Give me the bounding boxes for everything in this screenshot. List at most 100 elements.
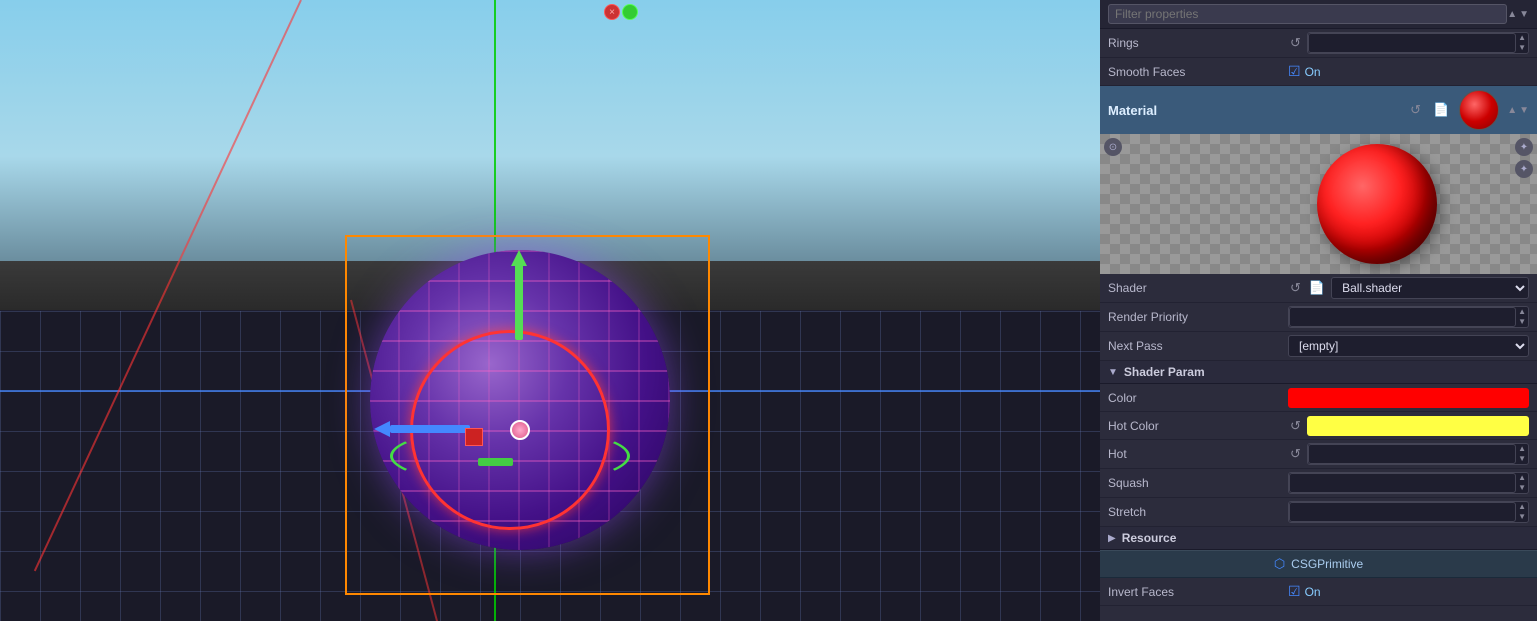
sphere-object[interactable] — [370, 250, 690, 570]
material-sphere-preview — [1317, 144, 1437, 264]
squash-label: Squash — [1108, 476, 1288, 490]
color-swatch[interactable] — [1288, 388, 1529, 408]
rings-down-icon[interactable]: ▼ — [1518, 43, 1526, 53]
rings-spinner[interactable]: ▲ ▼ — [1516, 33, 1528, 52]
hot-color-row: Hot Color ↺ — [1100, 412, 1537, 440]
rings-input[interactable]: 49 — [1308, 33, 1516, 53]
material-preview-thumbnail[interactable] — [1459, 90, 1499, 130]
invert-faces-checkbox[interactable]: On — [1288, 583, 1321, 600]
hot-up-icon[interactable]: ▲ — [1518, 444, 1526, 454]
transform-arrow-x[interactable] — [374, 421, 390, 437]
shader-param-section[interactable]: ▼ Shader Param — [1100, 361, 1537, 384]
rings-value-container: ↺ 49 ▲ ▼ — [1288, 32, 1529, 54]
stretch-up-icon[interactable]: ▲ — [1518, 502, 1526, 512]
sphere-green-equator — [390, 426, 630, 486]
render-priority-down-icon[interactable]: ▼ — [1518, 317, 1526, 327]
3d-viewport[interactable]: × — [0, 0, 1100, 621]
rings-up-icon[interactable]: ▲ — [1518, 33, 1526, 43]
squash-spinner[interactable]: ▲ ▼ — [1516, 473, 1528, 492]
hot-down-icon[interactable]: ▼ — [1518, 454, 1526, 464]
material-nav-down[interactable]: ▼ — [1519, 105, 1529, 116]
transform-arrow-y[interactable] — [511, 250, 527, 266]
csg-label: CSGPrimitive — [1291, 557, 1363, 571]
csg-bar[interactable]: ⬡ CSGPrimitive — [1100, 550, 1537, 578]
color-row: Color — [1100, 384, 1537, 412]
shader-file-icon[interactable]: 📄 — [1307, 280, 1327, 296]
shader-select[interactable]: Ball.shader — [1331, 277, 1529, 299]
maximize-button[interactable] — [622, 4, 638, 20]
material-nav-up[interactable]: ▲ — [1507, 105, 1517, 116]
hot-input[interactable]: 0 — [1308, 444, 1516, 464]
hot-value-container: ↺ 0 ▲ ▼ — [1288, 443, 1529, 465]
resource-section[interactable]: ▶ Resource — [1100, 527, 1537, 550]
hot-row: Hot ↺ 0 ▲ ▼ — [1100, 440, 1537, 469]
next-pass-select[interactable]: [empty] — [1288, 335, 1529, 357]
smooth-faces-row: Smooth Faces On — [1100, 58, 1537, 86]
render-priority-up-icon[interactable]: ▲ — [1518, 307, 1526, 317]
stretch-input[interactable]: 1.3 — [1289, 502, 1516, 522]
render-priority-input[interactable]: 0 — [1289, 307, 1516, 327]
invert-faces-label: Invert Faces — [1108, 585, 1288, 599]
squash-input[interactable]: -0.5 — [1289, 473, 1516, 493]
render-priority-value-container: 0 ▲ ▼ — [1288, 306, 1529, 328]
transform-handle-x[interactable] — [390, 425, 470, 433]
rings-row: Rings ↺ 49 ▲ ▼ — [1100, 29, 1537, 58]
stretch-row: Stretch 1.3 ▲ ▼ — [1100, 498, 1537, 527]
squash-down-icon[interactable]: ▼ — [1518, 483, 1526, 493]
next-pass-row: Next Pass [empty] — [1100, 332, 1537, 361]
transform-handle-green[interactable] — [478, 458, 513, 466]
csg-icon: ⬡ — [1274, 556, 1285, 572]
next-pass-label: Next Pass — [1108, 339, 1288, 353]
preview-right-icons: ✦ ✦ — [1515, 138, 1533, 178]
preview-settings-icon[interactable]: ✦ — [1515, 138, 1533, 156]
smooth-faces-value: On — [1288, 63, 1529, 80]
filter-header: ▲ ▼ — [1100, 0, 1537, 29]
smooth-faces-label: Smooth Faces — [1108, 65, 1288, 79]
material-new-icon[interactable]: 📄 — [1431, 102, 1451, 118]
invert-faces-value: On — [1288, 583, 1529, 600]
hot-label: Hot — [1108, 447, 1288, 461]
stretch-down-icon[interactable]: ▼ — [1518, 512, 1526, 522]
transform-origin[interactable] — [510, 420, 530, 440]
hot-spinner[interactable]: ▲ ▼ — [1516, 444, 1528, 463]
smooth-faces-text: On — [1305, 65, 1321, 79]
shader-row: Shader ↺ 📄 Ball.shader — [1100, 274, 1537, 303]
smooth-faces-checkbox[interactable]: On — [1288, 63, 1321, 80]
material-preview-area: ⊙ ✦ ✦ — [1100, 134, 1537, 274]
transform-handle-z[interactable] — [465, 428, 483, 446]
next-pass-value-container: [empty] — [1288, 335, 1529, 357]
close-button[interactable]: × — [604, 4, 620, 20]
preview-icon-1[interactable]: ⊙ — [1104, 138, 1122, 156]
material-nav: ▲ ▼ — [1507, 105, 1529, 116]
nav-down-icon[interactable]: ▼ — [1519, 9, 1529, 20]
hot-reset-icon[interactable]: ↺ — [1288, 446, 1303, 462]
resource-label: Resource — [1122, 531, 1177, 545]
nav-up-icon[interactable]: ▲ — [1507, 9, 1517, 20]
squash-up-icon[interactable]: ▲ — [1518, 473, 1526, 483]
shader-param-label: Shader Param — [1124, 365, 1205, 379]
hot-color-swatch[interactable] — [1307, 416, 1529, 436]
material-section: Material ↺ 📄 ▲ ▼ — [1100, 86, 1537, 134]
stretch-value-container: 1.3 ▲ ▼ — [1288, 501, 1529, 523]
render-priority-row: Render Priority 0 ▲ ▼ — [1100, 303, 1537, 332]
rings-input-row: 49 ▲ ▼ — [1307, 32, 1529, 54]
transform-handle-y[interactable] — [515, 260, 523, 340]
shader-param-arrow: ▼ — [1108, 367, 1118, 378]
shader-reset-icon[interactable]: ↺ — [1288, 280, 1303, 296]
rings-reset-icon[interactable]: ↺ — [1288, 35, 1303, 51]
invert-faces-row: Invert Faces On — [1100, 578, 1537, 606]
hot-color-reset-icon[interactable]: ↺ — [1288, 418, 1303, 434]
shader-label: Shader — [1108, 281, 1288, 295]
resource-arrow: ▶ — [1108, 533, 1116, 544]
nav-arrows: ▲ ▼ — [1507, 9, 1529, 20]
render-priority-spinner[interactable]: ▲ ▼ — [1516, 307, 1528, 326]
filter-input[interactable] — [1108, 4, 1507, 24]
rings-label: Rings — [1108, 36, 1288, 50]
material-reset-icon[interactable]: ↺ — [1408, 102, 1423, 118]
render-priority-label: Render Priority — [1108, 310, 1288, 324]
properties-scroll[interactable]: Rings ↺ 49 ▲ ▼ Smooth Faces On — [1100, 29, 1537, 621]
stretch-spinner[interactable]: ▲ ▼ — [1516, 502, 1528, 521]
properties-panel: ▲ ▼ Rings ↺ 49 ▲ ▼ Smooth Faces — [1100, 0, 1537, 621]
preview-extra-icon[interactable]: ✦ — [1515, 160, 1533, 178]
color-label: Color — [1108, 391, 1288, 405]
